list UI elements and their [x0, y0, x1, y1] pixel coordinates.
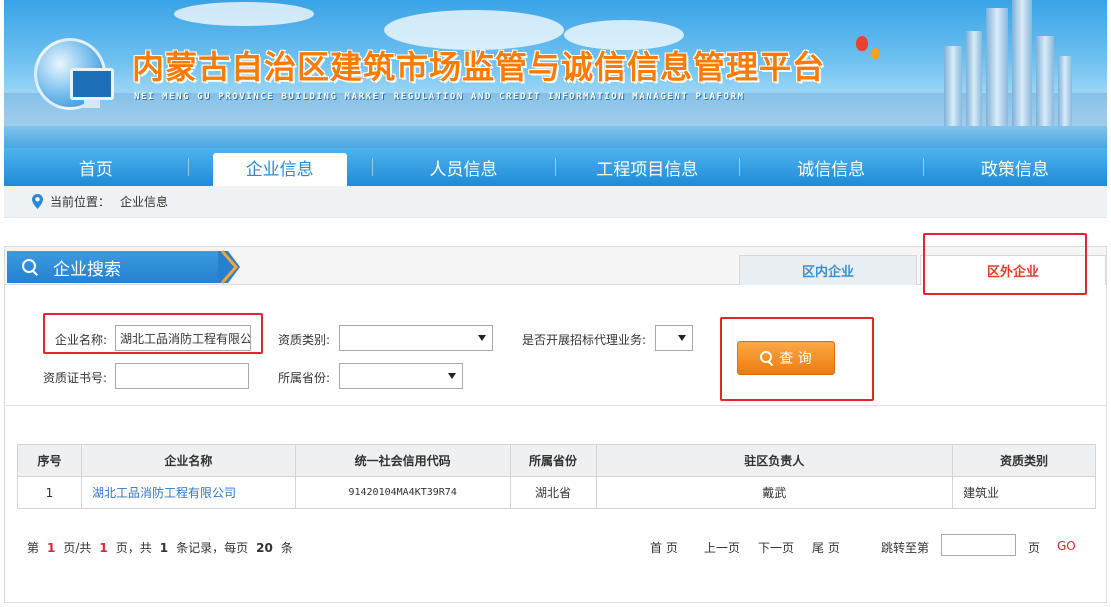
- highlight-box-outer-tab: [923, 233, 1087, 295]
- cell-qualification-type: 建筑业: [952, 476, 1096, 509]
- computer-monitor-icon: [70, 68, 114, 100]
- column-header: 所属省份: [509, 444, 597, 477]
- building-decoration: [1058, 56, 1072, 126]
- pager-text: 页，共: [115, 541, 152, 555]
- site-title: 内蒙古自治区建筑市场监管与诚信信息管理平台: [132, 48, 826, 86]
- water-decoration: [4, 126, 1107, 148]
- prev-page-link[interactable]: 上一页: [704, 539, 740, 556]
- cell-company-name: 湖北工品消防工程有限公司: [80, 476, 296, 509]
- nav-item-label: 政策信息: [980, 159, 1049, 180]
- search-icon: [760, 351, 774, 365]
- company-name-input[interactable]: 湖北工品消防工程有限公: [115, 325, 251, 351]
- chevron-right-icon: [218, 250, 240, 284]
- dropdown-arrow-icon: [678, 335, 686, 341]
- jump-page-input[interactable]: [941, 534, 1016, 556]
- pager-text: 条记录，每页: [176, 541, 249, 555]
- nav-item-label: 首页: [78, 159, 113, 180]
- nav-item-label: 企业信息: [245, 159, 314, 180]
- nav-item-policy-info[interactable]: 政策信息: [922, 148, 1107, 186]
- search-panel: 企业搜索 区内企业 区外企业 企业名称: 湖北工品消防工程有限公 资质类别: 是…: [4, 233, 1107, 603]
- cloud-decoration: [174, 2, 314, 26]
- monitor-stand-icon: [84, 100, 100, 108]
- nav-item-credit-info[interactable]: 诚信信息: [739, 148, 923, 186]
- nav-item-home[interactable]: 首页: [4, 148, 188, 186]
- company-name-link[interactable]: 湖北工品消防工程有限公司: [92, 486, 236, 500]
- main-nav: 首页 企业信息 人员信息 工程项目信息 诚信信息 政策信息: [4, 148, 1107, 186]
- pager-text: 第: [27, 541, 40, 555]
- jump-label: 跳转至第: [881, 541, 930, 555]
- cell-index: 1: [17, 476, 82, 509]
- cell-credit-code: 91420104MA4KT39R74: [294, 476, 511, 509]
- column-header: 统一社会信用代码: [294, 444, 511, 477]
- header-banner: 内蒙古自治区建筑市场监管与诚信信息管理平台 NEI MENG GU PROVIN…: [4, 0, 1107, 148]
- pager-text: 页/共: [63, 541, 92, 555]
- cert-number-input[interactable]: [115, 363, 249, 389]
- bidding-agency-label: 是否开展招标代理业务:: [522, 333, 647, 347]
- total-records: 1: [159, 541, 169, 555]
- page-unit-label: 页: [1028, 541, 1041, 555]
- cert-number-label: 资质证书号:: [43, 371, 108, 385]
- province-select[interactable]: [339, 363, 463, 389]
- search-title-tab: 企业搜索: [7, 251, 219, 283]
- results-table: 序号 企业名称 统一社会信用代码 所属省份 驻区负责人 资质类别 1 湖北工品消…: [17, 444, 1096, 509]
- company-name-label: 企业名称:: [55, 333, 108, 347]
- building-decoration: [944, 46, 962, 126]
- building-decoration: [1012, 0, 1032, 126]
- breadcrumb: 当前位置： 企业信息: [4, 186, 1107, 218]
- pager-text: 条: [280, 541, 293, 555]
- next-page-link[interactable]: 下一页: [758, 539, 794, 556]
- balloon-icon: [856, 36, 868, 51]
- tab-in-region-companies[interactable]: 区内企业: [739, 255, 917, 285]
- qualification-type-select[interactable]: [339, 325, 493, 351]
- location-pin-icon: [32, 194, 43, 209]
- dropdown-arrow-icon: [478, 335, 486, 341]
- site-subtitle: NEI MENG GU PROVINCE BUILDING MARKET REG…: [134, 92, 745, 102]
- nav-item-label: 诚信信息: [797, 159, 866, 180]
- nav-item-personnel-info[interactable]: 人员信息: [371, 148, 556, 186]
- building-decoration: [1036, 36, 1054, 126]
- building-decoration: [986, 8, 1008, 126]
- pagination-info: 第 1 页/共 1 页，共 1 条记录，每页 20 条: [27, 539, 293, 556]
- current-page: 1: [47, 541, 56, 555]
- total-pages: 1: [99, 541, 108, 555]
- bidding-agency-select[interactable]: [655, 325, 693, 351]
- section-divider: [5, 405, 1106, 406]
- query-button[interactable]: 查 询: [737, 341, 835, 375]
- search-icon: [21, 258, 39, 276]
- nav-item-project-info[interactable]: 工程项目信息: [555, 148, 739, 186]
- breadcrumb-current: 企业信息: [120, 195, 169, 209]
- building-decoration: [966, 31, 982, 126]
- per-page: 20: [256, 541, 273, 555]
- dropdown-arrow-icon: [448, 373, 456, 379]
- column-header: 资质类别: [952, 444, 1096, 477]
- nav-item-company-info[interactable]: 企业信息: [187, 148, 372, 186]
- first-page-link[interactable]: 首 页: [650, 539, 678, 556]
- cell-responsible-person: 戴武: [595, 476, 954, 509]
- nav-item-label: 人员信息: [429, 159, 498, 180]
- breadcrumb-prefix: 当前位置：: [50, 195, 111, 209]
- province-label: 所属省份:: [278, 371, 331, 385]
- column-header: 序号: [17, 444, 82, 477]
- query-button-label: 查 询: [779, 351, 812, 367]
- column-header: 驻区负责人: [595, 444, 954, 477]
- column-header: 企业名称: [80, 444, 296, 477]
- cell-province: 湖北省: [509, 476, 597, 509]
- search-title: 企业搜索: [53, 259, 121, 280]
- go-button[interactable]: GO: [1057, 539, 1076, 553]
- qualification-type-label: 资质类别:: [278, 333, 331, 347]
- table-row: 1 湖北工品消防工程有限公司 91420104MA4KT39R74 湖北省 戴武…: [17, 476, 1096, 509]
- nav-item-label: 工程项目信息: [596, 159, 699, 180]
- table-header-row: 序号 企业名称 统一社会信用代码 所属省份 驻区负责人 资质类别: [17, 444, 1096, 477]
- last-page-link[interactable]: 尾 页: [812, 539, 840, 556]
- balloon-icon: [871, 48, 880, 59]
